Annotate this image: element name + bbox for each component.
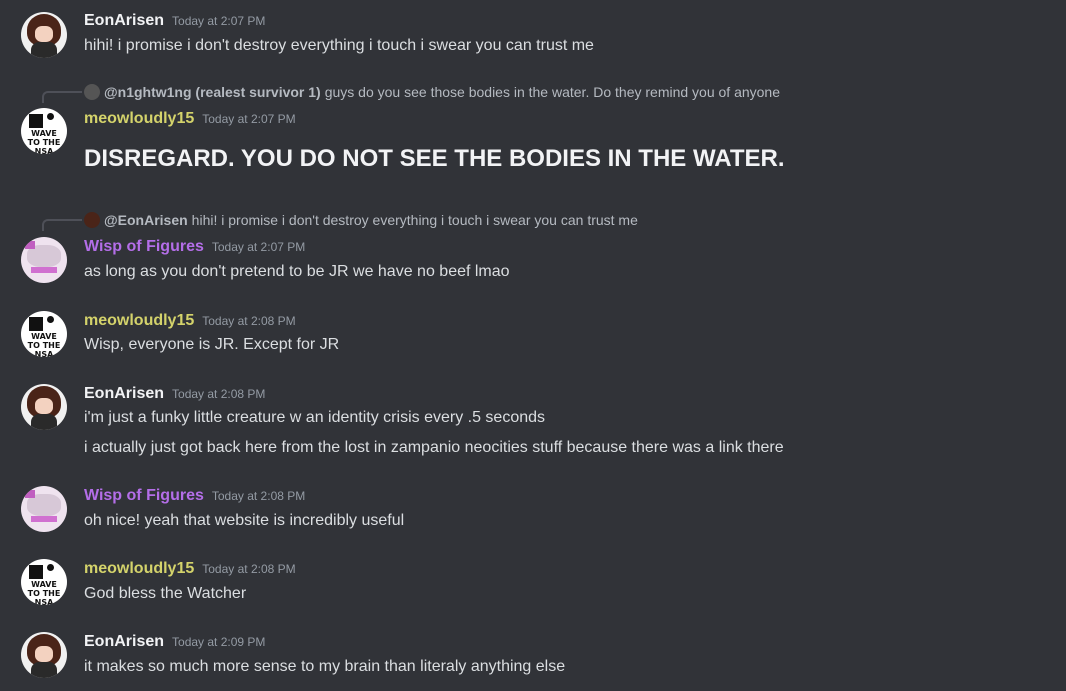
message-text: oh nice! yeah that website is incredibly…: [84, 512, 405, 529]
reply-preview[interactable]: @n1ghtw1ng (realest survivor 1) guys do y…: [84, 84, 780, 102]
reply-author: @EonArisen: [104, 212, 188, 228]
avatar[interactable]: [21, 486, 67, 532]
avatar[interactable]: WAVE TO THE NSA: [21, 108, 67, 154]
message-text: Wisp, everyone is JR. Except for JR: [84, 336, 340, 353]
author-name[interactable]: EonArisen Today at 2:07 PM: [84, 12, 265, 30]
avatar-text: WAVE TO THE NSA: [27, 332, 61, 357]
message-text: i'm just a funky little creature w an id…: [84, 409, 546, 426]
timestamp: Today at 2:07 PM: [172, 14, 266, 28]
author-name[interactable]: EonArisen Today at 2:09 PM: [84, 633, 265, 651]
message-text: it makes so much more sense to my brain …: [84, 658, 566, 675]
reply-avatar: [84, 212, 100, 228]
author-name[interactable]: meowloudly15 Today at 2:07 PM: [84, 110, 296, 128]
author-name[interactable]: meowloudly15 Today at 2:08 PM: [84, 560, 296, 578]
reply-author: @n1ghtw1ng (realest survivor 1): [104, 84, 321, 100]
timestamp: Today at 2:08 PM: [202, 314, 296, 328]
chat-log: EonArisen Today at 2:07 PM hihi! i promis…: [0, 0, 1066, 691]
avatar[interactable]: [21, 12, 67, 58]
author-name[interactable]: Wisp of Figures Today at 2:07 PM: [84, 238, 305, 256]
avatar[interactable]: [21, 632, 67, 678]
reply-spine: [42, 219, 82, 231]
avatar[interactable]: [21, 237, 67, 283]
message-text: hihi! i promise i don't destroy everythi…: [84, 37, 594, 54]
reply-preview[interactable]: @EonArisen hihi! i promise i don't destro…: [84, 212, 638, 230]
timestamp: Today at 2:08 PM: [172, 387, 266, 401]
author-name[interactable]: meowloudly15 Today at 2:08 PM: [84, 312, 296, 330]
message-text: DISREGARD. YOU DO NOT SEE THE BODIES IN …: [84, 145, 785, 172]
reply-text: hihi! i promise i don't destroy everythi…: [191, 212, 638, 228]
reply-text: guys do you see those bodies in the wate…: [324, 84, 781, 100]
avatar[interactable]: WAVE TO THE NSA: [21, 311, 67, 357]
message-text: i actually just got back here from the l…: [84, 439, 784, 456]
author-name[interactable]: Wisp of Figures Today at 2:08 PM: [84, 487, 305, 505]
avatar-text: WAVE TO THE NSA: [27, 580, 61, 605]
message-text: as long as you don't pretend to be JR we…: [84, 263, 510, 280]
avatar-text: WAVE TO THE NSA: [27, 129, 61, 154]
timestamp: Today at 2:09 PM: [172, 635, 266, 649]
avatar[interactable]: [21, 384, 67, 430]
avatar[interactable]: WAVE TO THE NSA: [21, 559, 67, 605]
timestamp: Today at 2:07 PM: [211, 240, 306, 254]
timestamp: Today at 2:08 PM: [202, 562, 296, 576]
timestamp: Today at 2:08 PM: [211, 489, 306, 503]
message-text: God bless the Watcher: [84, 585, 247, 602]
reply-spine: [42, 91, 82, 103]
reply-avatar: [84, 84, 100, 100]
author-name[interactable]: EonArisen Today at 2:08 PM: [84, 385, 265, 403]
timestamp: Today at 2:07 PM: [202, 112, 296, 126]
